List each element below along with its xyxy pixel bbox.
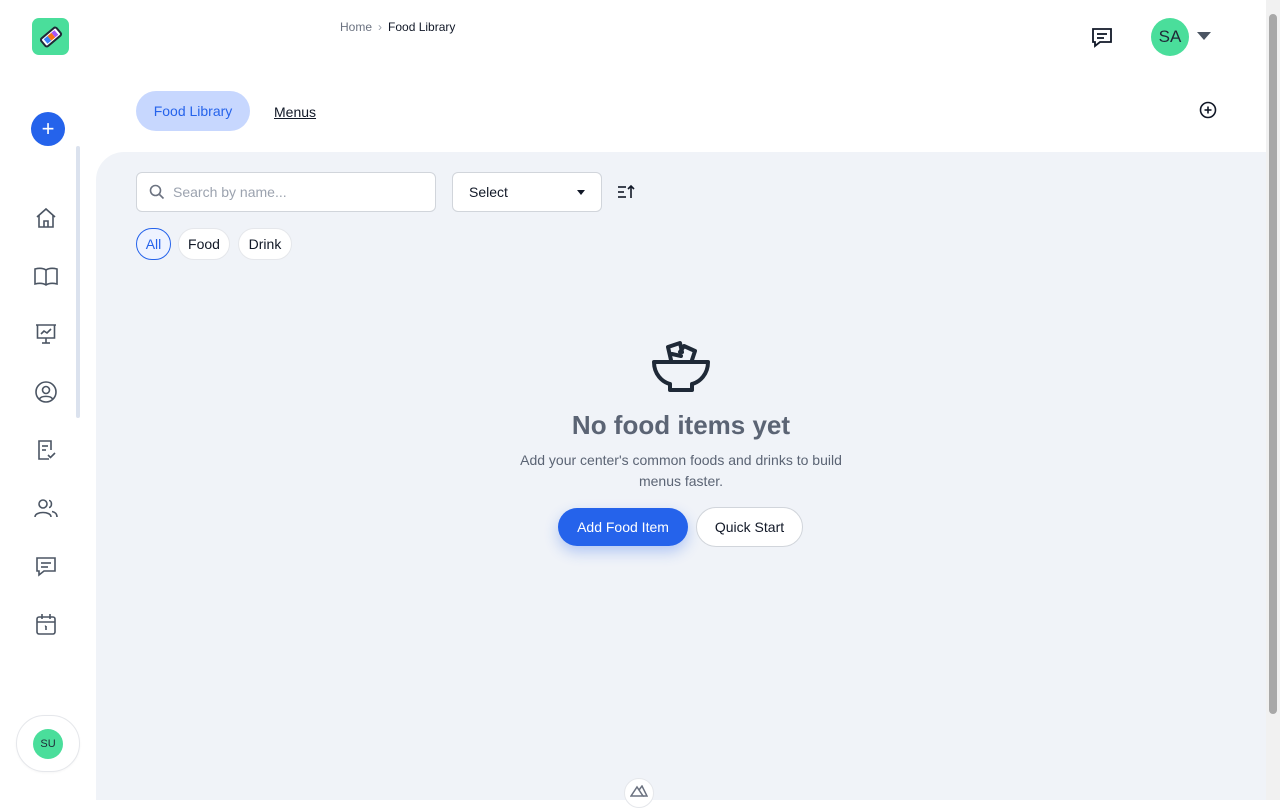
add-button[interactable]: + — [31, 112, 65, 146]
message-icon — [1092, 28, 1112, 48]
sidebar-scrollbar[interactable] — [76, 146, 80, 418]
filter-chip-food[interactable]: Food — [178, 228, 230, 260]
quick-start-button[interactable]: Quick Start — [696, 507, 803, 547]
plus-circle-icon — [1199, 101, 1217, 119]
scrollbar-thumb[interactable] — [1269, 14, 1277, 714]
sort-icon — [618, 184, 635, 198]
sort-button[interactable] — [616, 182, 636, 202]
breadcrumb: Home › Food Library — [340, 20, 455, 34]
sidebar-item-messages[interactable] — [32, 552, 60, 580]
select-value: Select — [469, 184, 508, 200]
main-content: Select All Food Drink No food items yet … — [96, 152, 1266, 808]
plus-icon: + — [41, 116, 55, 141]
search-field[interactable] — [136, 172, 436, 212]
avatar[interactable]: SA — [1151, 18, 1189, 56]
user-menu-button[interactable]: SU — [16, 715, 80, 772]
filter-chip-all[interactable]: All — [136, 228, 171, 260]
tab-food-library[interactable]: Food Library — [136, 91, 250, 131]
empty-state-title: No food items yet — [571, 410, 791, 440]
sidebar-item-calendar[interactable] — [32, 610, 60, 638]
sidebar-item-reports[interactable] — [32, 320, 60, 348]
sidebar-item-home[interactable] — [32, 204, 60, 232]
calendar-icon — [36, 614, 56, 635]
sidebar-item-library[interactable] — [32, 262, 60, 290]
sidebar-item-checklist[interactable] — [32, 436, 60, 464]
breadcrumb-current: Food Library — [388, 20, 456, 34]
devtools-button[interactable] — [624, 778, 654, 808]
breadcrumb-home[interactable]: Home — [340, 20, 372, 34]
sidebar: + SU — [0, 0, 96, 800]
book-icon — [34, 267, 58, 286]
chevron-down-icon — [577, 189, 585, 195]
user-circle-icon — [35, 381, 57, 403]
tab-menus[interactable]: Menus — [274, 104, 316, 120]
chat-icon — [36, 557, 56, 577]
bowl-icon — [652, 341, 710, 392]
empty-state-description: Add your center's common foods and drink… — [520, 452, 842, 489]
add-food-item-button[interactable]: Add Food Item — [558, 508, 688, 546]
app-logo[interactable] — [32, 18, 69, 55]
logo-icon — [39, 26, 62, 47]
sidebar-item-users[interactable] — [32, 494, 60, 522]
search-input[interactable] — [173, 184, 413, 200]
chevron-down-icon[interactable] — [1197, 32, 1211, 40]
page-scrollbar[interactable] — [1266, 0, 1280, 800]
add-circle-button[interactable] — [1198, 100, 1218, 120]
users-icon — [34, 499, 58, 518]
mountain-logo-icon — [630, 785, 648, 797]
chevron-right-icon: › — [378, 20, 383, 34]
messages-button[interactable] — [1089, 25, 1115, 51]
home-icon — [36, 207, 56, 228]
presentation-chart-icon — [36, 324, 56, 344]
avatar: SU — [33, 728, 63, 759]
category-select[interactable]: Select — [452, 172, 602, 212]
sidebar-item-profile[interactable] — [32, 378, 60, 406]
clipboard-check-icon — [38, 440, 56, 460]
search-icon — [149, 184, 165, 200]
filter-chip-drink[interactable]: Drink — [238, 228, 292, 260]
